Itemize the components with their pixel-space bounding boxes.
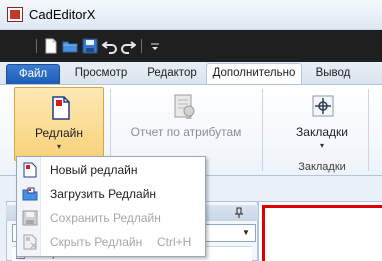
customize-qat-icon[interactable] <box>147 38 163 54</box>
chevron-down-icon: ▾ <box>319 141 324 150</box>
toolbar-separator <box>36 39 37 53</box>
menu-item-label: Новый редлайн <box>50 163 138 177</box>
tab-output[interactable]: Вывод <box>304 64 362 84</box>
pin-icon[interactable] <box>234 207 244 219</box>
attributes-report-label: Отчет по атрибутам <box>130 125 242 139</box>
menu-item-new-redline[interactable]: Новый редлайн <box>17 158 205 182</box>
hide-redline-icon <box>23 234 37 250</box>
ribbon-tab-bar: Файл Просмотр Редактор Дополнительно Выв… <box>0 62 382 85</box>
menu-item-load-redline[interactable]: Загрузить Редлайн <box>17 182 205 206</box>
combobox-chevron-down-icon[interactable]: ▼ <box>240 227 252 239</box>
new-redline-icon <box>23 162 37 178</box>
menu-item-label: Сохранить Редлайн <box>50 211 161 225</box>
load-redline-icon <box>22 187 38 201</box>
tab-advanced[interactable]: Дополнительно <box>206 63 302 85</box>
menu-item-save-redline[interactable]: Сохранить Редлайн <box>17 206 205 230</box>
redline-button-label: Редлайн <box>35 126 83 140</box>
bookmark-target-icon <box>312 95 334 117</box>
bookmarks-button[interactable]: Закладки ▾ <box>282 87 362 161</box>
redline-button[interactable]: Редлайн ▾ <box>14 87 104 161</box>
undo-icon[interactable] <box>101 38 118 54</box>
ribbon-group-separator <box>368 89 369 171</box>
menu-item-hide-redline[interactable]: Скрыть Редлайн Ctrl+H <box>17 230 205 254</box>
bookmarks-button-label: Закладки <box>296 125 348 139</box>
new-document-icon[interactable] <box>43 38 59 54</box>
ribbon-group-separator <box>262 89 263 171</box>
save-icon[interactable] <box>82 38 98 54</box>
menu-item-label: Загрузить Редлайн <box>50 187 157 201</box>
menu-item-label: Скрыть Редлайн <box>50 235 143 249</box>
tab-editor[interactable]: Редактор <box>140 64 204 84</box>
window-titlebar: CadEditorX <box>0 0 382 30</box>
chevron-down-icon: ▾ <box>56 142 61 151</box>
save-redline-icon <box>22 210 38 226</box>
redline-icon <box>52 96 70 120</box>
tab-view[interactable]: Просмотр <box>64 64 138 84</box>
attributes-report-button[interactable]: Отчет по атрибутам <box>116 87 256 161</box>
quick-access-toolbar <box>0 30 382 62</box>
tab-file[interactable]: Файл <box>6 64 60 84</box>
app-icon <box>7 7 23 22</box>
window-title: CadEditorX <box>29 7 96 22</box>
menu-item-shortcut: Ctrl+H <box>157 235 192 249</box>
redo-icon[interactable] <box>120 38 137 54</box>
toolbar-separator <box>141 39 142 53</box>
open-folder-icon[interactable] <box>62 38 78 54</box>
bookmarks-group-label: Закладки <box>298 161 346 173</box>
report-icon <box>174 94 195 119</box>
drawing-canvas[interactable] <box>262 205 382 261</box>
